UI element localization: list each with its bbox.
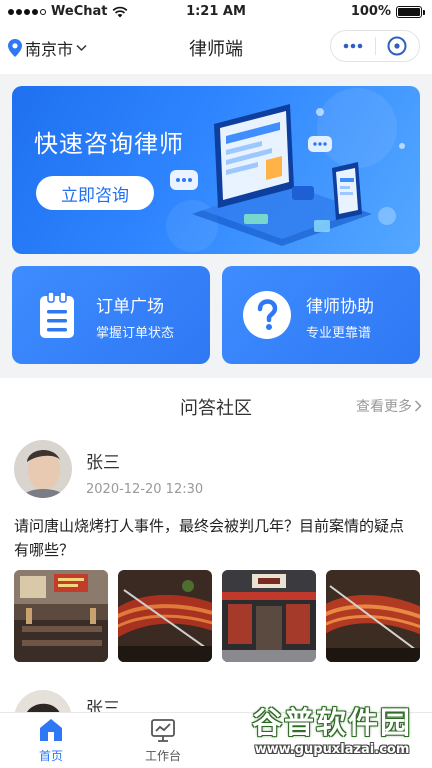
status-bar: WeChat 1:21 AM 100%	[0, 0, 432, 24]
clipboard-list-icon	[40, 291, 74, 338]
location-pin-icon	[8, 39, 22, 57]
consult-illustration	[166, 88, 405, 252]
qa-community: 问答社区 查看更多 张三 2020-12-20 12:30 请问唐山烧烤打人事件…	[0, 378, 432, 712]
watermark-main: 谷普软件园	[252, 706, 412, 741]
lawyer-assist-title: 律师协助	[306, 297, 374, 317]
home-icon	[40, 719, 62, 741]
battery-icon	[396, 5, 425, 18]
workbench-chart-icon	[151, 719, 175, 742]
post-photo[interactable]	[222, 570, 316, 662]
order-plaza-title: 订单广场	[96, 297, 164, 317]
grilled-meat-image	[118, 570, 212, 662]
lawyer-assist-subtitle: 专业更靠谱	[306, 326, 372, 341]
storefront-image	[222, 570, 316, 662]
chevron-down-icon	[76, 44, 87, 52]
post-author: 张三	[86, 699, 120, 712]
status-right: 100%	[350, 4, 425, 19]
tab-workbench[interactable]: 工作台	[118, 717, 208, 767]
avatar[interactable]	[14, 440, 72, 498]
grilled-meat-image	[326, 570, 420, 662]
post-author: 张三	[86, 453, 120, 473]
watermark-url: www.gupuxlazai.com	[254, 742, 410, 757]
view-more-label: 查看更多	[356, 399, 412, 415]
question-circle-icon	[243, 291, 291, 339]
site-watermark: 谷普软件园 www.gupuxlazai.com	[236, 698, 428, 766]
more-button[interactable]	[331, 31, 375, 61]
community-header: 问答社区 查看更多	[0, 378, 432, 430]
post-time: 2020-12-20 12:30	[86, 482, 204, 497]
avatar[interactable]	[14, 690, 72, 712]
post-photos	[14, 570, 420, 662]
order-plaza-card[interactable]: 订单广场 掌握订单状态	[12, 266, 210, 364]
order-plaza-subtitle: 掌握订单状态	[96, 326, 175, 341]
avatar-image	[14, 440, 72, 498]
mini-program-capsule	[330, 30, 420, 62]
view-more-link[interactable]: 查看更多	[356, 396, 422, 416]
nav-bar: 南京市 律师端	[0, 24, 432, 74]
city-label: 南京市	[25, 40, 74, 59]
post-question[interactable]: 请问唐山烧烤打人事件，最终会被判几年？目前案情的疑点有哪些？	[14, 514, 418, 562]
post-photo[interactable]	[118, 570, 212, 662]
consult-banner[interactable]: 快速咨询律师 立即咨询	[12, 86, 420, 254]
post-photo[interactable]	[326, 570, 420, 662]
close-circle-icon	[387, 36, 407, 56]
post-photo[interactable]	[14, 570, 108, 662]
tab-home-label: 首页	[38, 749, 63, 763]
chevron-right-icon	[414, 400, 422, 412]
consult-now-button[interactable]: 立即咨询	[36, 176, 154, 210]
city-selector[interactable]: 南京市	[8, 36, 87, 60]
banner-title: 快速咨询律师	[34, 130, 184, 158]
tab-workbench-label: 工作台	[144, 749, 181, 763]
restaurant-interior-image	[14, 570, 108, 662]
tab-home[interactable]: 首页	[6, 717, 96, 767]
battery-percent: 100%	[350, 4, 391, 19]
battery-fill	[398, 7, 420, 16]
close-button[interactable]	[375, 31, 419, 61]
avatar-image	[14, 690, 72, 712]
more-dots-icon	[343, 43, 363, 49]
lawyer-assist-card[interactable]: 律师协助 专业更靠谱	[222, 266, 420, 364]
